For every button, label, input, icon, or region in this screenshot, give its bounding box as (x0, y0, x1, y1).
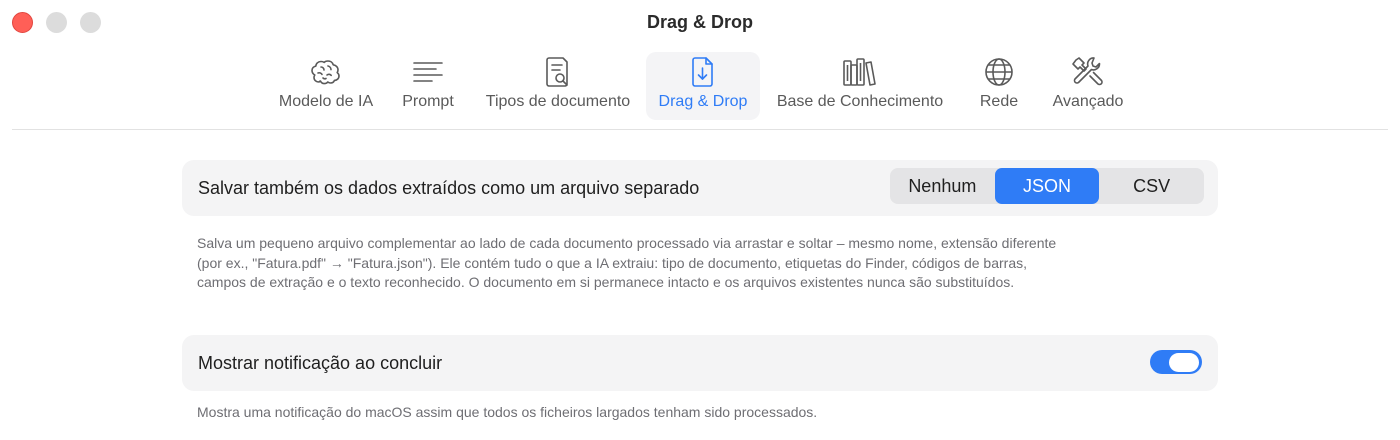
document-download-icon (683, 54, 723, 90)
globe-icon (979, 54, 1019, 90)
tab-label: Avançado (1052, 93, 1124, 110)
window-title: Drag & Drop (646, 12, 753, 32)
export-format-label: Salvar também os dados extraídos como um… (198, 177, 700, 198)
description-line: Salva um pequeno arquivo complementar ao… (197, 235, 1057, 251)
notification-description: Mostra uma notificação do macOS assim qu… (197, 404, 818, 420)
tab-tipos-de-documento[interactable]: Tipos de documento (476, 52, 640, 120)
segment-nenhum[interactable]: Nenhum (890, 168, 995, 204)
preferences-toolbar: Modelo de IA Prompt Tipos de documento D… (0, 48, 1400, 122)
notification-toggle[interactable] (1150, 350, 1202, 374)
toolbar-divider (12, 129, 1388, 130)
document-search-icon (538, 54, 578, 90)
tab-label: Prompt (402, 93, 454, 110)
tab-label: Drag & Drop (658, 93, 748, 110)
brain-icon (306, 54, 346, 90)
segment-csv[interactable]: CSV (1099, 168, 1204, 204)
export-format-segmented-control: Nenhum JSON CSV (890, 168, 1204, 204)
tab-modelo-de-ia[interactable]: Modelo de IA (274, 52, 378, 120)
segment-json[interactable]: JSON (994, 168, 1100, 204)
toggle-knob (1169, 352, 1199, 372)
export-format-description: Salva um pequeno arquivo complementar ao… (197, 234, 1197, 293)
tools-icon (1068, 54, 1108, 90)
tab-rede[interactable]: Rede (972, 52, 1026, 120)
tab-base-de-conhecimento[interactable]: Base de Conhecimento (768, 52, 952, 120)
books-icon (840, 54, 880, 90)
description-line: campos de extração e o texto reconhecido… (197, 274, 1015, 290)
export-format-row: Salvar também os dados extraídos como um… (182, 160, 1218, 216)
notification-label: Mostrar notificação ao concluir (198, 352, 443, 373)
notification-row: Mostrar notificação ao concluir (182, 335, 1218, 391)
tab-label: Tipos de documento (485, 93, 631, 110)
tab-avancado[interactable]: Avançado (1046, 52, 1130, 120)
tab-label: Modelo de IA (278, 93, 374, 110)
settings-window: Drag & Drop Modelo de IA Prompt Tipos de… (0, 0, 1400, 440)
tab-label: Base de Conhecimento (776, 93, 944, 110)
tab-label: Rede (979, 93, 1019, 110)
text-lines-icon (408, 54, 448, 90)
description-line: (por ex., "Fatura.pdf" → "Fatura.json").… (197, 254, 1028, 271)
tab-prompt[interactable]: Prompt (396, 52, 460, 120)
tab-drag-and-drop[interactable]: Drag & Drop (646, 52, 760, 120)
